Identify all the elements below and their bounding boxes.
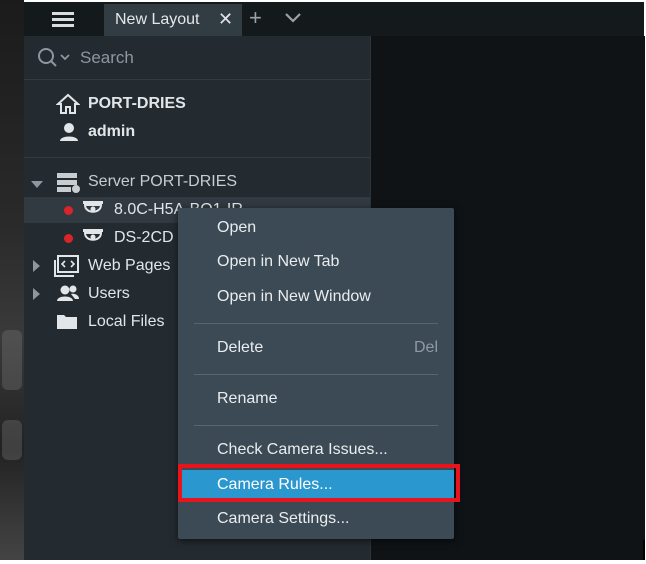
camera-label: DS-2CD — [114, 229, 174, 246]
divider — [24, 157, 370, 158]
system-info-row[interactable]: PORT-DRIES — [55, 93, 356, 120]
menu-item-shortcut: Del — [413, 339, 438, 356]
menu-item-check-camera-issues[interactable]: Check Camera Issues... — [178, 435, 454, 467]
close-icon[interactable]: ✕ — [218, 9, 233, 30]
current-user-row[interactable]: admin — [56, 121, 356, 145]
tab-label: New Layout — [115, 11, 200, 28]
camera-icon — [82, 227, 104, 254]
system-name: PORT-DRIES — [88, 95, 186, 112]
menu-item-label: Camera Settings... — [217, 510, 350, 527]
menu-item-label: Check Camera Issues... — [217, 441, 388, 458]
server-icon — [56, 171, 82, 198]
home-icon — [55, 93, 81, 120]
status-dot — [64, 206, 73, 215]
menu-item-label: Open — [217, 219, 257, 236]
menu-item-camera-settings[interactable]: Camera Settings... — [178, 504, 454, 536]
server-label: Server PORT-DRIES — [88, 173, 238, 190]
menu-item-label: Delete — [217, 339, 264, 356]
collapsed-arrow-icon[interactable] — [32, 259, 42, 278]
search-placeholder: Search — [80, 48, 134, 67]
users-label: Users — [88, 285, 130, 302]
menu-separator — [194, 425, 438, 426]
menu-item-open-in-new-window[interactable]: Open in New Window — [178, 282, 454, 314]
menu-item-label: Open in New Tab — [217, 253, 340, 270]
tab-new-layout[interactable]: New Layout ✕ — [104, 4, 242, 36]
video-background-strip — [0, 0, 24, 560]
add-tab-button[interactable]: + — [249, 5, 262, 31]
camera-icon — [82, 199, 104, 226]
menu-item-label: Open in New Window — [217, 288, 371, 305]
menu-item-camera-rules[interactable]: Camera Rules... — [178, 470, 454, 502]
chevron-down-icon[interactable] — [282, 8, 304, 28]
menu-item-open-in-new-tab[interactable]: Open in New Tab — [178, 247, 454, 279]
local-files-label: Local Files — [88, 313, 165, 330]
menu-item-delete[interactable]: Delete Del — [178, 333, 454, 365]
menu-separator — [194, 323, 438, 324]
tree-item-server[interactable]: Server PORT-DRIES — [30, 171, 360, 195]
users-icon — [56, 283, 80, 310]
menu-item-rename[interactable]: Rename — [178, 384, 454, 416]
user-icon — [58, 121, 80, 148]
top-bar: New Layout ✕ + — [24, 2, 644, 36]
screenshot-frame: New Layout ✕ + Search PORT-DRIES admin S… — [0, 0, 646, 564]
hamburger-icon[interactable] — [40, 10, 86, 30]
menu-item-label: Camera Rules... — [217, 476, 333, 493]
search-icon — [36, 48, 76, 74]
folder-icon — [56, 312, 80, 337]
collapsed-arrow-icon[interactable] — [32, 287, 42, 306]
menu-separator — [194, 374, 438, 375]
divider — [24, 79, 370, 80]
search-input[interactable]: Search — [36, 46, 134, 70]
expanded-arrow-icon[interactable] — [30, 177, 44, 195]
menu-item-open[interactable]: Open — [178, 213, 454, 245]
web-page-icon — [54, 255, 80, 282]
user-name: admin — [88, 123, 136, 140]
status-dot — [64, 234, 73, 243]
web-pages-label: Web Pages — [88, 257, 171, 274]
context-menu: Open Open in New Tab Open in New Window … — [178, 208, 454, 539]
text-cursor-mark — [643, 540, 645, 560]
menu-item-label: Rename — [217, 390, 278, 407]
